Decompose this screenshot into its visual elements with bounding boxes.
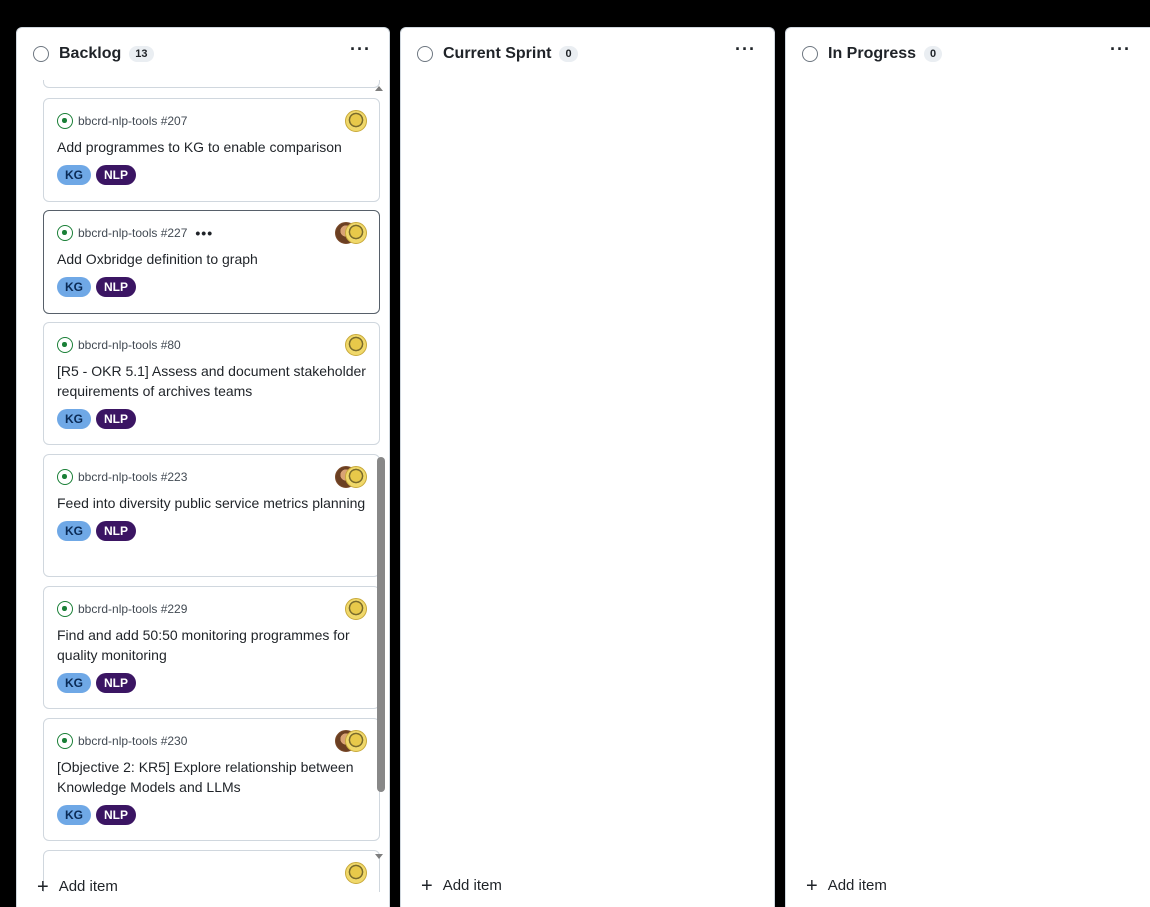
avatar[interactable] (345, 598, 367, 620)
add-item-button[interactable]: + Add item (806, 874, 887, 897)
label-kg[interactable]: KG (57, 805, 91, 825)
card-title[interactable]: [R5 - OKR 5.1] Assess and document stake… (57, 361, 366, 401)
label-nlp[interactable]: NLP (96, 673, 136, 693)
column-menu-icon[interactable]: ··· (350, 40, 371, 58)
column-header: Backlog 13 ··· (17, 28, 389, 80)
plus-icon: + (37, 875, 49, 898)
card-repo: bbcrd-nlp-tools #223 (57, 467, 366, 487)
card-labels: KG NLP (57, 805, 366, 825)
card-repo: bbcrd-nlp-tools #230 (57, 731, 366, 751)
avatar[interactable] (345, 730, 367, 752)
plus-icon: + (806, 874, 818, 897)
assignees[interactable] (335, 222, 367, 244)
column-count-badge: 0 (559, 46, 578, 62)
issue-card[interactable]: bbcrd-nlp-tools #223 Feed into diversity… (43, 454, 380, 577)
assignees[interactable] (345, 334, 367, 356)
card-repo: bbcrd-nlp-tools #207 (57, 111, 366, 131)
card-labels: KG NLP (57, 277, 366, 297)
assignees[interactable] (345, 110, 367, 132)
card-title[interactable]: Find and add 50:50 monitoring programmes… (57, 625, 366, 665)
column-title: Backlog (59, 45, 122, 62)
label-nlp[interactable]: NLP (96, 521, 136, 541)
column-count-badge: 13 (129, 46, 154, 62)
avatar[interactable] (345, 222, 367, 244)
card-repo-label[interactable]: bbcrd-nlp-tools #229 (78, 602, 187, 616)
status-circle-icon (417, 46, 433, 62)
label-kg[interactable]: KG (57, 277, 91, 297)
add-item-label: Add item (442, 877, 502, 894)
add-item-button[interactable]: + Add item (37, 875, 118, 898)
column-menu-icon[interactable]: ··· (1110, 40, 1131, 58)
issue-card[interactable]: bbcrd-nlp-tools #80 [R5 - OKR 5.1] Asses… (43, 322, 380, 445)
column-current-sprint: Current Sprint 0 ··· + Add item (400, 27, 775, 907)
card-repo-label[interactable]: bbcrd-nlp-tools #230 (78, 734, 187, 748)
issue-open-icon (57, 337, 73, 353)
column-header: Current Sprint 0 ··· (401, 28, 774, 80)
column-header: In Progress 0 ··· (786, 28, 1150, 80)
column-backlog: Backlog 13 ··· bbcrd-nlp-tools #207 Add … (16, 27, 390, 907)
issue-card[interactable]: bbcrd-nlp-tools #207 Add programmes to K… (43, 98, 380, 202)
plus-icon: + (421, 874, 433, 897)
assignees[interactable] (335, 466, 367, 488)
card-menu-icon[interactable]: ••• (195, 225, 213, 241)
card-labels: KG NLP (57, 673, 366, 693)
column-count-badge: 0 (924, 46, 943, 62)
card-partial-top[interactable] (43, 80, 380, 88)
label-nlp[interactable]: NLP (96, 409, 136, 429)
card-title[interactable]: Feed into diversity public service metri… (57, 493, 366, 513)
column-in-progress: In Progress 0 ··· + Add item (785, 27, 1150, 907)
issue-open-icon (57, 733, 73, 749)
assignees[interactable] (345, 598, 367, 620)
card-labels: KG NLP (57, 409, 366, 429)
issue-open-icon (57, 469, 73, 485)
label-kg[interactable]: KG (57, 165, 91, 185)
project-board: Backlog 13 ··· bbcrd-nlp-tools #207 Add … (0, 0, 1150, 907)
add-item-button[interactable]: + Add item (421, 874, 502, 897)
backlog-scrollbar[interactable] (373, 80, 385, 865)
issue-open-icon (57, 225, 73, 241)
card-title[interactable]: [Objective 2: KR5] Explore relationship … (57, 757, 366, 797)
issue-card[interactable]: bbcrd-nlp-tools #230 [Objective 2: KR5] … (43, 718, 380, 841)
status-circle-icon (33, 46, 49, 62)
assignees[interactable] (335, 730, 367, 752)
scroll-down-arrow-icon[interactable] (375, 854, 383, 859)
card-repo-label[interactable]: bbcrd-nlp-tools #227 (78, 226, 187, 240)
status-circle-icon (802, 46, 818, 62)
issue-card[interactable]: bbcrd-nlp-tools #227 ••• Add Oxbridge de… (43, 210, 380, 314)
issue-open-icon (57, 601, 73, 617)
avatar[interactable] (345, 334, 367, 356)
label-nlp[interactable]: NLP (96, 805, 136, 825)
card-title[interactable]: Add programmes to KG to enable compariso… (57, 137, 366, 157)
label-kg[interactable]: KG (57, 673, 91, 693)
card-title[interactable]: Add Oxbridge definition to graph (57, 249, 366, 269)
label-kg[interactable]: KG (57, 409, 91, 429)
card-repo-label[interactable]: bbcrd-nlp-tools #223 (78, 470, 187, 484)
avatar[interactable] (345, 466, 367, 488)
assignees[interactable] (345, 862, 367, 884)
issue-card[interactable]: bbcrd-nlp-tools #229 Find and add 50:50 … (43, 586, 380, 709)
label-nlp[interactable]: NLP (96, 277, 136, 297)
avatar[interactable] (345, 862, 367, 884)
backlog-card-list: bbcrd-nlp-tools #207 Add programmes to K… (27, 80, 382, 892)
card-repo: bbcrd-nlp-tools #80 (57, 335, 366, 355)
issue-open-icon (57, 113, 73, 129)
card-repo: bbcrd-nlp-tools #227 ••• (57, 223, 366, 243)
card-repo-label[interactable]: bbcrd-nlp-tools #80 (78, 338, 181, 352)
card-labels: KG NLP (57, 521, 366, 541)
label-kg[interactable]: KG (57, 521, 91, 541)
scroll-up-arrow-icon[interactable] (375, 86, 383, 91)
column-menu-icon[interactable]: ··· (735, 40, 756, 58)
card-labels: KG NLP (57, 165, 366, 185)
label-nlp[interactable]: NLP (96, 165, 136, 185)
scroll-thumb[interactable] (377, 457, 385, 792)
column-title: Current Sprint (443, 45, 552, 62)
add-item-label: Add item (58, 878, 118, 895)
card-repo-label[interactable]: bbcrd-nlp-tools #207 (78, 114, 187, 128)
column-title: In Progress (828, 45, 917, 62)
avatar[interactable] (345, 110, 367, 132)
add-item-label: Add item (827, 877, 887, 894)
card-repo: bbcrd-nlp-tools #229 (57, 599, 366, 619)
